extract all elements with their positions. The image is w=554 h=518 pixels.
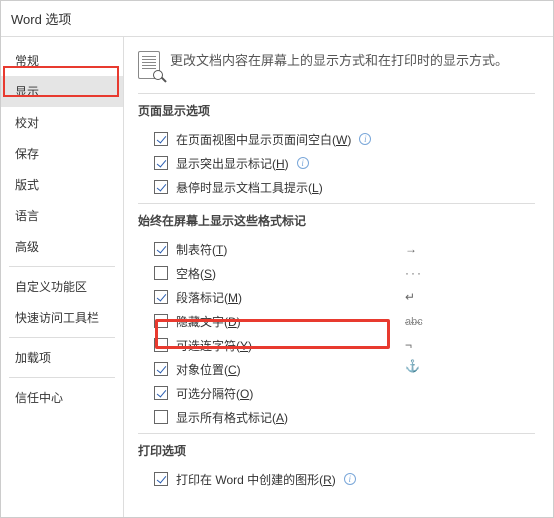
- option-label[interactable]: 显示突出显示标记(H): [176, 155, 289, 172]
- option-label[interactable]: 在页面视图中显示页面间空白(W): [176, 131, 351, 148]
- checkbox[interactable]: [154, 314, 168, 328]
- option-label[interactable]: 可选分隔符(O): [176, 385, 253, 402]
- sidebar: 常规显示校对保存版式语言高级自定义功能区快速访问工具栏加载项信任中心: [1, 37, 124, 517]
- checkbox[interactable]: [154, 156, 168, 170]
- checkbox[interactable]: [154, 242, 168, 256]
- option-row: 打印在 Word 中创建的图形(R) i: [138, 467, 535, 491]
- sidebar-item-7[interactable]: 自定义功能区: [1, 271, 123, 302]
- option-row: 显示所有格式标记(A): [138, 405, 535, 429]
- main-panel: 更改文档内容在屏幕上的显示方式和在打印时的显示方式。 页面显示选项在页面视图中显…: [124, 37, 553, 517]
- sidebar-item-8[interactable]: 快速访问工具栏: [1, 302, 123, 333]
- checkbox[interactable]: [154, 410, 168, 424]
- section-header: 始终在屏幕上显示这些格式标记: [138, 203, 535, 237]
- option-row: 对象位置(C): [138, 357, 535, 381]
- sidebar-divider: [9, 266, 115, 267]
- checkbox[interactable]: [154, 180, 168, 194]
- option-label[interactable]: 可选连字符(Y): [176, 337, 252, 354]
- checkbox[interactable]: [154, 338, 168, 352]
- sidebar-item-1[interactable]: 显示: [1, 76, 123, 107]
- option-row: 显示突出显示标记(H) i: [138, 151, 535, 175]
- option-label[interactable]: 空格(S): [176, 265, 216, 282]
- dialog-body: 常规显示校对保存版式语言高级自定义功能区快速访问工具栏加载项信任中心 更改文档内…: [1, 37, 553, 517]
- sidebar-divider: [9, 377, 115, 378]
- format-symbol: abc: [405, 314, 435, 328]
- checkbox[interactable]: [154, 290, 168, 304]
- document-preview-icon: [138, 51, 160, 79]
- option-row: 可选分隔符(O): [138, 381, 535, 405]
- option-label[interactable]: 打印在 Word 中创建的图形(R): [176, 471, 336, 488]
- option-label[interactable]: 制表符(T): [176, 241, 227, 258]
- format-symbol: [405, 361, 435, 378]
- option-row: 在页面视图中显示页面间空白(W) i: [138, 127, 535, 151]
- sidebar-item-6[interactable]: 高级: [1, 231, 123, 262]
- sidebar-item-10[interactable]: 信任中心: [1, 382, 123, 413]
- format-symbol: ···: [405, 266, 435, 280]
- option-label[interactable]: 对象位置(C): [176, 361, 241, 378]
- format-symbol: ¬: [405, 338, 435, 352]
- option-label[interactable]: 悬停时显示文档工具提示(L): [176, 179, 323, 196]
- sidebar-item-2[interactable]: 校对: [1, 107, 123, 138]
- sidebar-item-9[interactable]: 加载项: [1, 342, 123, 373]
- sidebar-item-4[interactable]: 版式: [1, 169, 123, 200]
- format-symbol: →: [405, 242, 435, 256]
- option-label[interactable]: 段落标记(M): [176, 289, 242, 306]
- sidebar-item-0[interactable]: 常规: [1, 45, 123, 76]
- section-header: 页面显示选项: [138, 93, 535, 127]
- option-row: 制表符(T) →: [138, 237, 535, 261]
- description-text: 更改文档内容在屏幕上的显示方式和在打印时的显示方式。: [170, 51, 508, 71]
- sidebar-item-3[interactable]: 保存: [1, 138, 123, 169]
- option-row: 隐藏文字(D) abc: [138, 309, 535, 333]
- checkbox[interactable]: [154, 472, 168, 486]
- info-icon[interactable]: i: [344, 473, 356, 485]
- checkbox[interactable]: [154, 266, 168, 280]
- word-options-dialog: Word 选项 常规显示校对保存版式语言高级自定义功能区快速访问工具栏加载项信任…: [0, 0, 554, 518]
- option-row: 可选连字符(Y) ¬: [138, 333, 535, 357]
- checkbox[interactable]: [154, 362, 168, 376]
- info-icon[interactable]: i: [359, 133, 371, 145]
- checkbox[interactable]: [154, 132, 168, 146]
- checkbox[interactable]: [154, 386, 168, 400]
- section-header: 打印选项: [138, 433, 535, 467]
- dialog-title: Word 选项: [1, 1, 553, 37]
- sidebar-divider: [9, 337, 115, 338]
- description-row: 更改文档内容在屏幕上的显示方式和在打印时的显示方式。: [138, 51, 535, 79]
- sidebar-item-5[interactable]: 语言: [1, 200, 123, 231]
- option-label[interactable]: 隐藏文字(D): [176, 313, 241, 330]
- option-row: 悬停时显示文档工具提示(L): [138, 175, 535, 199]
- format-symbol: ↵: [405, 290, 435, 304]
- option-row: 段落标记(M) ↵: [138, 285, 535, 309]
- info-icon[interactable]: i: [297, 157, 309, 169]
- option-label[interactable]: 显示所有格式标记(A): [176, 409, 288, 426]
- option-row: 空格(S) ···: [138, 261, 535, 285]
